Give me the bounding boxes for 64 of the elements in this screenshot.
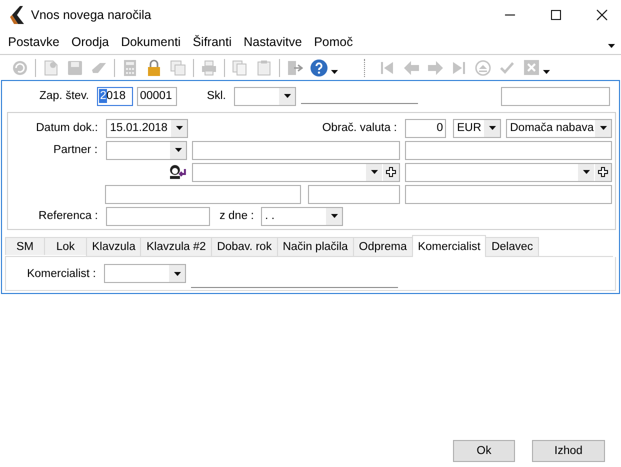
warehouse-label: Skl.: [206, 90, 227, 102]
help-icon[interactable]: [310, 58, 328, 76]
tab[interactable]: Komercialist: [412, 235, 486, 257]
combo-field[interactable]: [405, 162, 612, 182]
caret-icon: [370, 170, 378, 174]
person-arrow-icon[interactable]: [169, 164, 188, 180]
input-field[interactable]: [105, 184, 301, 204]
plus-icon[interactable]: [598, 167, 608, 177]
lock-icon[interactable]: [147, 59, 161, 76]
caret-icon: [174, 272, 180, 276]
reference-label: Referenca :: [38, 210, 99, 222]
close-icon[interactable]: [596, 9, 608, 21]
tab[interactable]: SM: [5, 237, 45, 255]
date-from-combo[interactable]: . .: [261, 206, 343, 226]
rate-field[interactable]: 0: [405, 118, 446, 138]
purchase-type-combo[interactable]: Domača nabava: [506, 118, 612, 138]
caret-icon: [330, 214, 338, 218]
tab[interactable]: Način plačila: [276, 237, 354, 256]
date-from-label: z dne :: [218, 210, 255, 222]
maximize-icon[interactable]: [550, 9, 562, 21]
caret-icon: [176, 126, 182, 130]
caret-icon: [174, 148, 182, 152]
menu-item[interactable]: Orodja: [71, 35, 109, 49]
caret-icon: [488, 126, 496, 130]
caret-icon: [600, 126, 606, 130]
input-field[interactable]: [405, 184, 612, 204]
caret-icon[interactable]: [543, 70, 550, 74]
tab[interactable]: Klavzula: [86, 237, 142, 256]
number-label: Zap. štev.: [38, 90, 90, 102]
menu-item[interactable]: Postavke: [8, 35, 60, 49]
warehouse-combo[interactable]: [234, 86, 296, 106]
app-logo-icon: [10, 6, 24, 24]
combo-field[interactable]: [192, 162, 400, 182]
partner-label: Partner :: [52, 144, 99, 156]
tab[interactable]: Lok: [44, 237, 87, 255]
caret-icon: [284, 94, 290, 98]
tab[interactable]: Dobav. rok: [210, 237, 278, 256]
tab[interactable]: Odprema: [352, 237, 413, 256]
caret-icon[interactable]: [331, 70, 338, 74]
partner-combo[interactable]: [106, 140, 188, 160]
currency-combo[interactable]: EUR: [453, 118, 501, 138]
plus-icon[interactable]: [386, 167, 396, 177]
caret-icon: [582, 170, 590, 174]
salesperson-combo[interactable]: [104, 264, 186, 283]
date-label: Datum dok.:: [35, 122, 99, 134]
reference-field[interactable]: [106, 206, 210, 226]
dialog-button[interactable]: Ok: [453, 440, 515, 462]
dialog-button[interactable]: Izhod: [532, 440, 605, 462]
date-combo[interactable]: 15.01.2018: [106, 118, 188, 138]
tab[interactable]: Delavec: [485, 237, 540, 256]
input-field[interactable]: [192, 140, 400, 160]
input-field[interactable]: [308, 184, 400, 204]
input-field[interactable]: [501, 86, 610, 106]
menu-item[interactable]: Dokumenti: [120, 35, 181, 49]
menu-item[interactable]: Nastavitve: [244, 35, 302, 49]
tab[interactable]: Klavzula #2: [140, 237, 212, 256]
currency-label: Obrač. valuta :: [322, 122, 398, 134]
input-field[interactable]: [405, 140, 612, 160]
salesperson-label: Komercialist :: [26, 268, 97, 280]
number-field[interactable]: 00001: [137, 86, 177, 106]
menu-item[interactable]: Šifranti: [192, 35, 232, 49]
menu-item[interactable]: Pomoč: [314, 35, 353, 49]
caret-icon[interactable]: [608, 44, 615, 48]
window-title: Vnos novega naročila: [31, 8, 152, 22]
